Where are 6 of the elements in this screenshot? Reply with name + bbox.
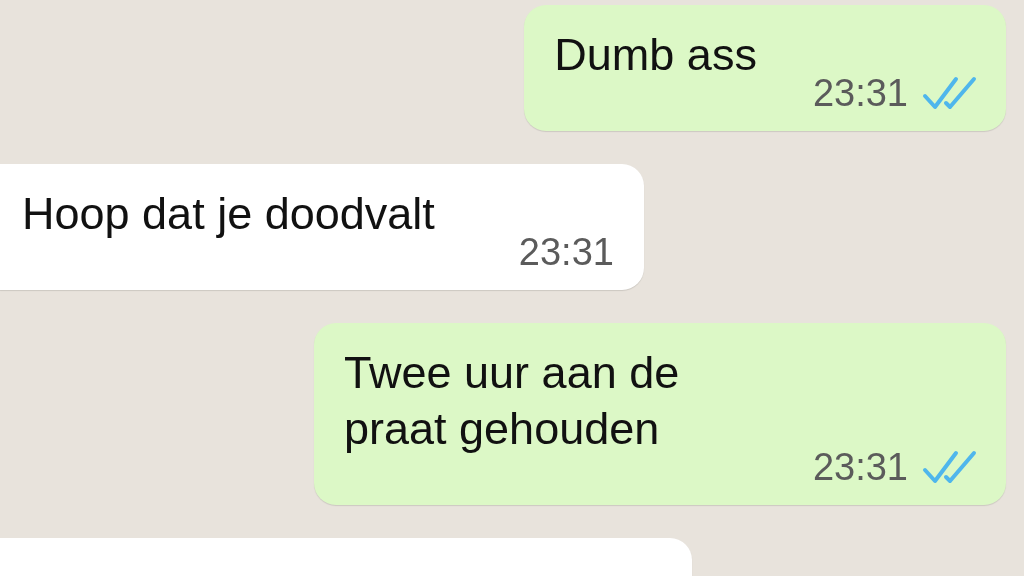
message-time: 23:31 <box>812 71 908 115</box>
message-text: Hoop dat je doodvalt <box>22 187 435 241</box>
message-time: 23:31 <box>812 445 908 489</box>
message-text: Twee uur aan de praat gehouden <box>344 346 681 456</box>
message-time: 23:31 <box>518 230 614 274</box>
message-text: Dumb ass <box>554 28 757 82</box>
